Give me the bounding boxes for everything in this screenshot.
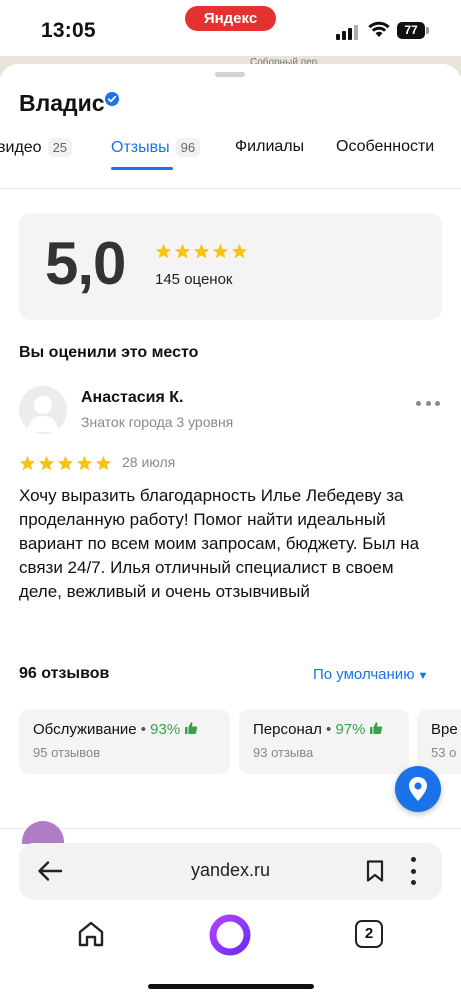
rating-summary-card: 5,0 145 оценок	[19, 213, 442, 320]
review-date: 28 июля	[122, 454, 176, 470]
user-placeholder-icon	[27, 396, 59, 432]
star-icon	[174, 243, 191, 259]
rating-value: 5,0	[45, 230, 126, 297]
divider	[0, 828, 461, 829]
reviews-count: 96 отзывов	[19, 665, 110, 682]
caret-down-icon: ▼	[417, 670, 429, 682]
home-icon[interactable]	[76, 919, 106, 949]
your-rating-heading: Вы оценили это место	[19, 344, 199, 361]
aspect-percent: 93%	[150, 721, 181, 738]
star-icon	[95, 455, 112, 471]
star-icon	[231, 243, 248, 259]
bookmark-icon[interactable]	[364, 859, 386, 883]
aspect-filter-chip[interactable]: Обслуживание • 93% 95 отзывов	[19, 709, 230, 774]
aspect-filter-chip[interactable]: Персонал • 97% 93 отзыва	[239, 709, 409, 774]
tab-count-badge: 25	[47, 138, 73, 157]
tab-branches[interactable]: Филиалы	[235, 138, 304, 156]
alice-icon[interactable]	[209, 914, 251, 956]
verified-check-icon	[105, 92, 119, 106]
battery-level: 77	[397, 22, 425, 39]
organization-name: Владис	[19, 90, 105, 116]
tab-features[interactable]: Особенности	[336, 138, 434, 156]
sort-dropdown[interactable]: По умолчанию ▼	[313, 666, 428, 683]
battery-icon: 77	[397, 22, 429, 39]
aspect-name: Вре	[431, 721, 458, 738]
review-author-level: Знаток города 3 уровня	[81, 414, 234, 430]
wifi-icon	[368, 21, 390, 37]
aspect-name: Персонал	[253, 721, 322, 738]
thumbs-up-icon	[185, 722, 198, 734]
more-vertical-icon[interactable]	[409, 857, 417, 885]
star-icon	[57, 455, 74, 471]
aspect-review-count: 95 отзывов	[33, 745, 101, 760]
star-icon	[212, 243, 229, 259]
tab-label: Особенности	[336, 138, 435, 155]
yandex-browser-badge[interactable]: Яндекс	[185, 6, 276, 31]
rating-count: 145 оценок	[155, 271, 233, 288]
status-time: 13:05	[41, 19, 96, 42]
aspect-review-count: 93 отзыва	[253, 745, 314, 760]
star-icon	[76, 455, 93, 471]
tab-video[interactable]: видео 25	[0, 138, 73, 157]
star-icon	[38, 455, 55, 471]
rating-stars	[155, 243, 248, 260]
tab-bar: видео 25 Отзывы 96 Филиалы Особенности	[0, 138, 461, 180]
avatar[interactable]	[22, 821, 64, 844]
cellular-signal-icon	[336, 24, 360, 40]
more-horizontal-icon[interactable]	[416, 398, 440, 408]
tab-reviews[interactable]: Отзывы 96	[111, 138, 201, 157]
location-pin-icon	[409, 777, 427, 801]
review-text: Хочу выразить благодарность Илье Лебедев…	[19, 486, 420, 601]
status-bar: 13:05 Яндекс 77	[0, 0, 461, 60]
star-icon	[193, 243, 210, 259]
review-stars	[19, 455, 112, 472]
aspect-review-count: 53 о	[431, 745, 457, 760]
tabs-icon[interactable]: 2	[355, 920, 383, 948]
star-icon	[19, 455, 36, 471]
avatar[interactable]	[19, 386, 67, 434]
star-icon	[155, 243, 172, 259]
sort-label: По умолчанию	[313, 666, 415, 683]
sheet-drag-handle[interactable]	[215, 72, 245, 77]
tab-count-badge: 96	[175, 138, 201, 157]
address-bar[interactable]: yandex.ru	[19, 843, 442, 900]
aspect-name: Обслуживание	[33, 721, 137, 738]
aspect-filter-chip[interactable]: Вре 53 о	[417, 709, 461, 774]
organization-sheet: Владис видео 25 Отзывы 96 Филиалы Особенно…	[0, 64, 461, 844]
thumbs-up-icon	[370, 722, 383, 734]
review-author-name[interactable]: Анастасия К.	[81, 389, 183, 407]
tab-label: видео	[0, 139, 42, 156]
location-pin-button[interactable]	[395, 766, 441, 812]
tab-label: Отзывы	[111, 139, 170, 156]
tab-label: Филиалы	[235, 138, 305, 155]
aspect-percent: 97%	[335, 721, 366, 738]
browser-bottom-nav: 2	[0, 910, 461, 960]
home-indicator[interactable]	[148, 984, 314, 989]
divider	[0, 188, 461, 189]
active-tab-indicator	[111, 167, 173, 170]
